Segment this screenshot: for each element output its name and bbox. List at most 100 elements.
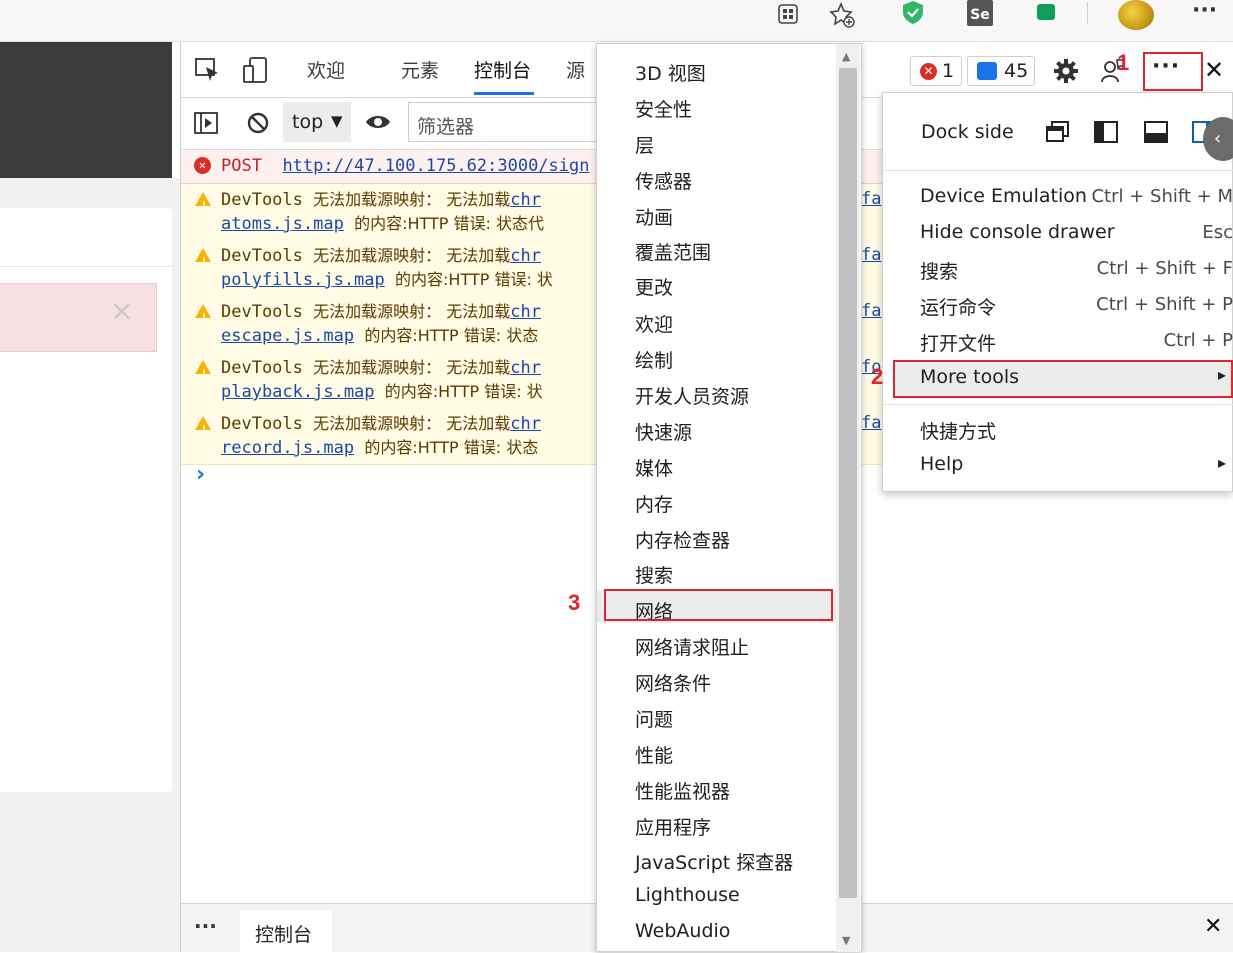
chat-extension-icon[interactable]	[1037, 4, 1055, 20]
menu-item-hide-console-drawer[interactable]: Hide console drawer Esc	[883, 218, 1233, 248]
request-url-link[interactable]: http://47.100.175.62:3000/sign	[282, 156, 589, 176]
warning-file-link[interactable]: record.js.map	[221, 438, 354, 458]
warning-url-link[interactable]: chr	[510, 190, 541, 210]
submenu-item-19[interactable]: 性能	[635, 741, 673, 768]
warning-text: 无法加载源映射： 无法加载	[313, 358, 511, 377]
selenium-extension-icon[interactable]: Se	[967, 0, 993, 26]
submenu-item-1[interactable]: 安全性	[635, 95, 692, 122]
menu-item-shortcut: Esc	[1202, 222, 1233, 243]
drawer-tab-console[interactable]: 控制台	[240, 910, 332, 953]
menu-item-shortcut: Ctrl + Shift + P	[1096, 294, 1233, 315]
alert-close-icon[interactable]: ×	[110, 294, 133, 327]
live-expression-icon[interactable]	[364, 110, 392, 134]
warning-url-link[interactable]: chr	[510, 414, 541, 434]
menu-item-label: Hide console drawer	[920, 221, 1115, 243]
filter-input[interactable]: 筛选器	[408, 102, 608, 142]
submenu-item-4[interactable]: 动画	[635, 203, 673, 230]
menu-item-run-command[interactable]: 运行命令 Ctrl + Shift + P	[883, 290, 1233, 320]
dock-bottom-icon[interactable]	[1144, 121, 1168, 143]
warning-source-link[interactable]: fa	[861, 412, 881, 435]
shield-extension-icon[interactable]	[900, 0, 926, 26]
settings-gear-icon[interactable]	[1053, 58, 1079, 84]
submenu-item-24[interactable]: WebAudio	[635, 920, 730, 942]
warning-icon	[195, 360, 211, 385]
submenu-item-21[interactable]: 应用程序	[635, 813, 711, 840]
devtools-close-button[interactable]: ✕	[1204, 56, 1224, 84]
submenu-item-12[interactable]: 内存	[635, 490, 673, 517]
annotation-step-3: 3	[568, 590, 581, 615]
scroll-up-icon[interactable]: ▲	[842, 50, 850, 63]
submenu-item-13[interactable]: 内存检查器	[635, 526, 730, 553]
warning-file-link[interactable]: escape.js.map	[221, 326, 354, 346]
warning-icon	[195, 304, 211, 329]
warning-source: DevTools	[221, 190, 303, 210]
menu-item-help[interactable]: Help ▸	[883, 450, 1233, 480]
error-counter[interactable]: ✕ 1	[910, 56, 962, 86]
submenu-item-10[interactable]: 快速源	[635, 418, 692, 445]
submenu-item-3[interactable]: 传感器	[635, 167, 692, 194]
device-toolbar-icon[interactable]	[242, 56, 270, 84]
submenu-item-14[interactable]: 搜索	[635, 561, 673, 588]
favorites-add-icon[interactable]	[828, 1, 856, 29]
menu-item-open-file[interactable]: 打开文件 Ctrl + P	[883, 326, 1233, 356]
dock-left-icon[interactable]	[1094, 121, 1118, 143]
warning-source-link[interactable]: fa	[861, 300, 881, 323]
drawer-more-button[interactable]: ···	[194, 914, 217, 938]
submenu-item-11[interactable]: 媒体	[635, 454, 673, 481]
submenu-item-22[interactable]: JavaScript 探查器	[635, 848, 793, 875]
warning-url-link[interactable]: chr	[510, 302, 541, 322]
tab-console[interactable]: 控制台	[474, 56, 531, 83]
submenu-item-16[interactable]: 网络请求阻止	[635, 633, 749, 660]
drawer-close-button[interactable]: ✕	[1204, 914, 1222, 939]
submenu-item-9[interactable]: 开发人员资源	[635, 382, 749, 409]
warning-file-link[interactable]: polyfills.js.map	[221, 270, 385, 290]
warning-url-link[interactable]: chr	[510, 246, 541, 266]
active-tab-indicator	[474, 92, 534, 95]
warning-source-link[interactable]: fa	[861, 188, 881, 211]
inspect-element-icon[interactable]	[194, 57, 220, 83]
menu-item-shortcuts[interactable]: 快捷方式	[883, 414, 1233, 444]
warning-source: DevTools	[221, 302, 303, 322]
annotation-box-more-button	[1143, 52, 1203, 91]
tab-elements[interactable]: 元素	[401, 56, 439, 83]
error-icon: ✕	[920, 63, 937, 80]
warning-suffix: 的内容:HTTP 错误: 状态	[364, 326, 539, 345]
submenu-item-20[interactable]: 性能监视器	[635, 777, 730, 804]
avatar[interactable]	[1118, 0, 1154, 30]
dock-side-label: Dock side	[921, 121, 1014, 143]
message-counter[interactable]: 45	[967, 56, 1035, 86]
tab-welcome[interactable]: 欢迎	[307, 56, 345, 83]
submenu-item-18[interactable]: 问题	[635, 705, 673, 732]
submenu-item-6[interactable]: 更改	[635, 273, 673, 300]
context-select[interactable]: top ▼	[283, 102, 351, 142]
menu-separator	[883, 170, 1233, 171]
browser-more-button[interactable]: ···	[1192, 0, 1217, 23]
clear-console-icon[interactable]	[245, 110, 271, 136]
submenu-item-23[interactable]: Lighthouse	[635, 884, 740, 906]
menu-item-shortcut: Ctrl + P	[1163, 330, 1233, 351]
submenu-scrollbar-thumb[interactable]	[839, 68, 857, 898]
scroll-down-icon[interactable]: ▼	[842, 934, 850, 947]
menu-separator	[883, 404, 1233, 405]
submenu-item-0[interactable]: 3D 视图	[635, 59, 706, 86]
console-prompt[interactable]: ›	[196, 462, 205, 487]
submenu-item-17[interactable]: 网络条件	[635, 669, 711, 696]
warning-file-link[interactable]: playback.js.map	[221, 382, 375, 402]
sidebar-toggle-icon[interactable]	[193, 110, 219, 136]
warning-text: 无法加载源映射： 无法加载	[313, 414, 511, 433]
tab-sources[interactable]: 源	[566, 56, 585, 83]
request-method: POST	[221, 156, 262, 176]
submenu-item-5[interactable]: 覆盖范围	[635, 238, 711, 265]
submenu-item-8[interactable]: 绘制	[635, 346, 673, 373]
warning-url-link[interactable]: chr	[510, 358, 541, 378]
warning-source-link[interactable]: fa	[861, 244, 881, 267]
warning-icon	[195, 248, 211, 273]
menu-item-search[interactable]: 搜索 Ctrl + Shift + F	[883, 254, 1233, 284]
menu-item-device-emulation[interactable]: Device Emulation Ctrl + Shift + M	[883, 182, 1233, 212]
submenu-item-2[interactable]: 层	[635, 131, 654, 158]
dock-undock-icon[interactable]	[1046, 121, 1070, 143]
apps-icon[interactable]	[776, 2, 800, 26]
submenu-item-7[interactable]: 欢迎	[635, 310, 673, 337]
collapse-chevron-icon[interactable]: ‹	[1203, 117, 1233, 161]
warning-file-link[interactable]: atoms.js.map	[221, 214, 344, 234]
